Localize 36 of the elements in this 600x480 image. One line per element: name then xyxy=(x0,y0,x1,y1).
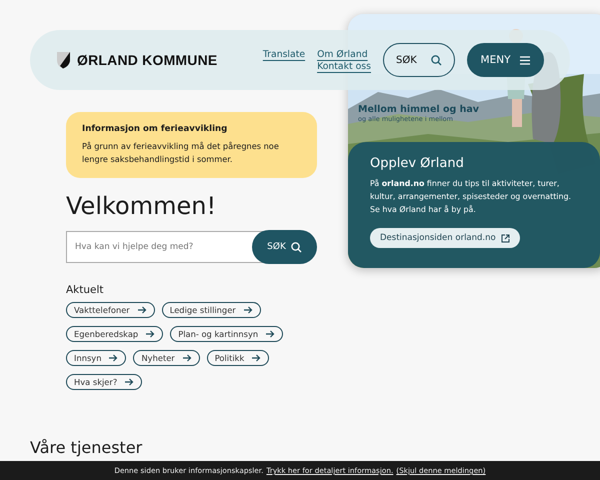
notice-text: På grunn av ferieavvikling må det påregnes noe lengre saksbehandlingstid i sommer. xyxy=(82,140,280,166)
menu-icon xyxy=(520,56,530,64)
quick-link[interactable]: Egenberedskap xyxy=(66,326,164,342)
quick-link[interactable]: Innsyn xyxy=(66,350,126,366)
arrow-right-icon xyxy=(182,354,192,362)
quick-link[interactable]: Nyheter xyxy=(133,350,200,366)
arrow-right-icon xyxy=(266,330,276,338)
arrow-right-icon xyxy=(109,354,118,362)
arrow-right-icon xyxy=(125,378,134,386)
destination-link-button[interactable]: Destinasjonsiden orland.no xyxy=(370,228,520,248)
site-logo-text[interactable]: ØRLAND KOMMUNE xyxy=(77,52,218,68)
shield-logo-icon xyxy=(56,51,71,69)
promo-title: Opplev Ørland xyxy=(370,156,464,171)
search-icon xyxy=(290,242,302,252)
quick-link[interactable]: Plan- og kartinnsyn xyxy=(170,326,284,342)
header-link[interactable]: Kontakt oss xyxy=(317,60,371,72)
search-submit-button[interactable]: SØK xyxy=(252,230,317,264)
welcome-heading: Velkommen! xyxy=(66,192,218,220)
section-heading: Våre tjenester xyxy=(30,438,142,457)
arrow-right-icon xyxy=(138,306,147,314)
header-link[interactable]: Om Ørland xyxy=(317,48,371,60)
search-button[interactable]: SØK xyxy=(383,43,455,77)
search-icon xyxy=(431,54,442,66)
arrow-right-icon xyxy=(244,306,253,314)
notice-title: Informasjon om ferieavvikling xyxy=(82,124,228,134)
quick-link[interactable]: Ledige stillinger xyxy=(162,302,261,318)
quick-link[interactable]: Politikk xyxy=(206,350,270,366)
hero-heading: Mellom himmel og hav xyxy=(358,104,479,115)
external-link-icon xyxy=(500,234,510,242)
section-heading: Aktuelt xyxy=(66,284,105,296)
quick-link[interactable]: Vakttelefoner xyxy=(66,302,155,318)
arrow-right-icon xyxy=(252,354,262,362)
header-link[interactable]: Translate xyxy=(262,48,306,60)
quick-link[interactable]: Hva skjer? xyxy=(66,374,142,390)
arrow-right-icon xyxy=(146,330,156,338)
menu-button[interactable]: MENY xyxy=(467,43,544,77)
